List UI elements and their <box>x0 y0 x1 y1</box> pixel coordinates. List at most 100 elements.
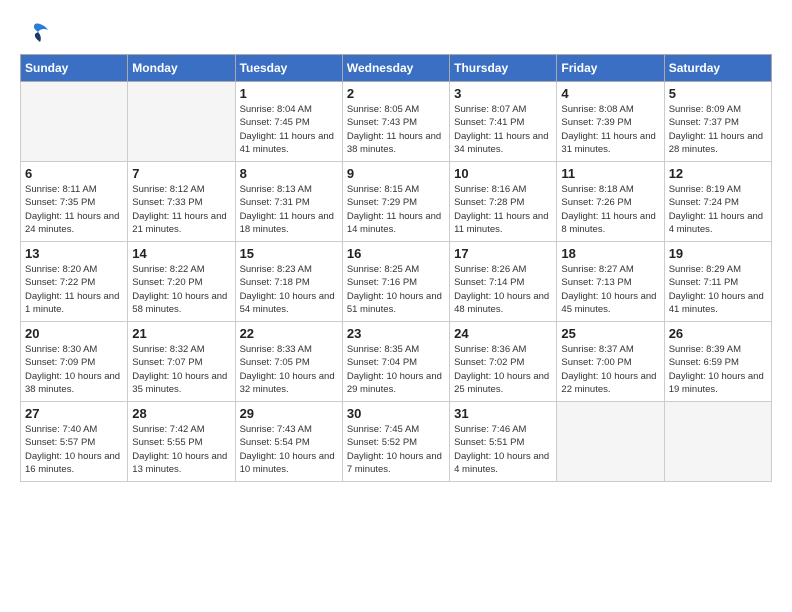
day-info: Sunrise: 8:04 AM Sunset: 7:45 PM Dayligh… <box>240 103 338 156</box>
logo <box>20 20 54 44</box>
day-info: Sunrise: 8:08 AM Sunset: 7:39 PM Dayligh… <box>561 103 659 156</box>
calendar-day-cell: 16 Sunrise: 8:25 AM Sunset: 7:16 PM Dayli… <box>342 242 449 322</box>
calendar-week-row: 6Sunrise: 8:11 AM Sunset: 7:35 PM Daylig… <box>21 162 772 242</box>
calendar-day-cell: 2 Sunrise: 8:05 AM Sunset: 7:43 PM Daylig… <box>342 82 449 162</box>
weekday-header-monday: Monday <box>128 55 235 82</box>
calendar-week-row: 27 Sunrise: 7:40 AM Sunset: 5:57 PM Dayli… <box>21 402 772 482</box>
day-info: Sunrise: 8:33 AM Sunset: 7:05 PM Dayligh… <box>240 343 338 396</box>
weekday-header-sunday: Sunday <box>21 55 128 82</box>
day-info: Sunrise: 8:11 AM Sunset: 7:35 PM Dayligh… <box>25 183 123 236</box>
calendar-week-row: 1 Sunrise: 8:04 AM Sunset: 7:45 PM Daylig… <box>21 82 772 162</box>
weekday-header-friday: Friday <box>557 55 664 82</box>
calendar-day-cell: 9 Sunrise: 8:15 AM Sunset: 7:29 PM Daylig… <box>342 162 449 242</box>
day-number: 10 <box>454 166 552 181</box>
day-number: 13 <box>25 246 123 261</box>
calendar-day-cell: 20 Sunrise: 8:30 AM Sunset: 7:09 PM Dayli… <box>21 322 128 402</box>
calendar-day-cell: 13 Sunrise: 8:20 AM Sunset: 7:22 PM Dayli… <box>21 242 128 322</box>
day-number: 31 <box>454 406 552 421</box>
day-info: Sunrise: 8:18 AM Sunset: 7:26 PM Dayligh… <box>561 183 659 236</box>
day-info: Sunrise: 8:12 AM Sunset: 7:33 PM Dayligh… <box>132 183 230 236</box>
day-info: Sunrise: 8:20 AM Sunset: 7:22 PM Dayligh… <box>25 263 123 316</box>
weekday-header-thursday: Thursday <box>450 55 557 82</box>
day-info: Sunrise: 8:15 AM Sunset: 7:29 PM Dayligh… <box>347 183 445 236</box>
day-info: Sunrise: 7:43 AM Sunset: 5:54 PM Dayligh… <box>240 423 338 476</box>
day-number: 3 <box>454 86 552 101</box>
day-number: 1 <box>240 86 338 101</box>
calendar-day-cell: 27 Sunrise: 7:40 AM Sunset: 5:57 PM Dayli… <box>21 402 128 482</box>
calendar-day-cell: 8Sunrise: 8:13 AM Sunset: 7:31 PM Daylig… <box>235 162 342 242</box>
day-info: Sunrise: 8:39 AM Sunset: 6:59 PM Dayligh… <box>669 343 767 396</box>
day-number: 25 <box>561 326 659 341</box>
calendar-day-cell: 25 Sunrise: 8:37 AM Sunset: 7:00 PM Dayli… <box>557 322 664 402</box>
day-number: 2 <box>347 86 445 101</box>
day-info: Sunrise: 8:29 AM Sunset: 7:11 PM Dayligh… <box>669 263 767 316</box>
day-info: Sunrise: 8:36 AM Sunset: 7:02 PM Dayligh… <box>454 343 552 396</box>
day-info: Sunrise: 8:32 AM Sunset: 7:07 PM Dayligh… <box>132 343 230 396</box>
day-info: Sunrise: 8:26 AM Sunset: 7:14 PM Dayligh… <box>454 263 552 316</box>
day-number: 16 <box>347 246 445 261</box>
page-header <box>20 20 772 44</box>
day-info: Sunrise: 7:45 AM Sunset: 5:52 PM Dayligh… <box>347 423 445 476</box>
day-info: Sunrise: 8:09 AM Sunset: 7:37 PM Dayligh… <box>669 103 767 156</box>
calendar-day-cell: 29 Sunrise: 7:43 AM Sunset: 5:54 PM Dayli… <box>235 402 342 482</box>
day-info: Sunrise: 8:16 AM Sunset: 7:28 PM Dayligh… <box>454 183 552 236</box>
day-info: Sunrise: 8:23 AM Sunset: 7:18 PM Dayligh… <box>240 263 338 316</box>
day-number: 14 <box>132 246 230 261</box>
calendar-day-cell: 12 Sunrise: 8:19 AM Sunset: 7:24 PM Dayli… <box>664 162 771 242</box>
day-number: 23 <box>347 326 445 341</box>
calendar-day-cell: 1 Sunrise: 8:04 AM Sunset: 7:45 PM Daylig… <box>235 82 342 162</box>
calendar-day-cell <box>128 82 235 162</box>
calendar-week-row: 20 Sunrise: 8:30 AM Sunset: 7:09 PM Dayli… <box>21 322 772 402</box>
day-number: 17 <box>454 246 552 261</box>
day-number: 7 <box>132 166 230 181</box>
day-number: 4 <box>561 86 659 101</box>
day-number: 30 <box>347 406 445 421</box>
day-number: 27 <box>25 406 123 421</box>
calendar-table: SundayMondayTuesdayWednesdayThursdayFrid… <box>20 54 772 482</box>
calendar-day-cell <box>664 402 771 482</box>
day-number: 18 <box>561 246 659 261</box>
day-info: Sunrise: 8:30 AM Sunset: 7:09 PM Dayligh… <box>25 343 123 396</box>
calendar-day-cell <box>557 402 664 482</box>
calendar-day-cell: 21Sunrise: 8:32 AM Sunset: 7:07 PM Dayli… <box>128 322 235 402</box>
day-number: 20 <box>25 326 123 341</box>
calendar-day-cell: 15 Sunrise: 8:23 AM Sunset: 7:18 PM Dayli… <box>235 242 342 322</box>
day-info: Sunrise: 7:46 AM Sunset: 5:51 PM Dayligh… <box>454 423 552 476</box>
calendar-day-cell: 10 Sunrise: 8:16 AM Sunset: 7:28 PM Dayli… <box>450 162 557 242</box>
day-number: 9 <box>347 166 445 181</box>
day-number: 15 <box>240 246 338 261</box>
calendar-day-cell: 4 Sunrise: 8:08 AM Sunset: 7:39 PM Daylig… <box>557 82 664 162</box>
calendar-day-cell <box>21 82 128 162</box>
day-info: Sunrise: 8:27 AM Sunset: 7:13 PM Dayligh… <box>561 263 659 316</box>
calendar-day-cell: 22 Sunrise: 8:33 AM Sunset: 7:05 PM Dayli… <box>235 322 342 402</box>
calendar-day-cell: 6Sunrise: 8:11 AM Sunset: 7:35 PM Daylig… <box>21 162 128 242</box>
calendar-day-cell: 23 Sunrise: 8:35 AM Sunset: 7:04 PM Dayli… <box>342 322 449 402</box>
day-info: Sunrise: 8:25 AM Sunset: 7:16 PM Dayligh… <box>347 263 445 316</box>
weekday-header-row: SundayMondayTuesdayWednesdayThursdayFrid… <box>21 55 772 82</box>
calendar-day-cell: 5 Sunrise: 8:09 AM Sunset: 7:37 PM Daylig… <box>664 82 771 162</box>
day-number: 29 <box>240 406 338 421</box>
day-number: 19 <box>669 246 767 261</box>
weekday-header-tuesday: Tuesday <box>235 55 342 82</box>
calendar-day-cell: 17 Sunrise: 8:26 AM Sunset: 7:14 PM Dayli… <box>450 242 557 322</box>
day-info: Sunrise: 8:19 AM Sunset: 7:24 PM Dayligh… <box>669 183 767 236</box>
weekday-header-wednesday: Wednesday <box>342 55 449 82</box>
day-info: Sunrise: 8:35 AM Sunset: 7:04 PM Dayligh… <box>347 343 445 396</box>
day-info: Sunrise: 7:40 AM Sunset: 5:57 PM Dayligh… <box>25 423 123 476</box>
day-info: Sunrise: 8:13 AM Sunset: 7:31 PM Dayligh… <box>240 183 338 236</box>
day-info: Sunrise: 8:22 AM Sunset: 7:20 PM Dayligh… <box>132 263 230 316</box>
day-number: 22 <box>240 326 338 341</box>
calendar-day-cell: 11Sunrise: 8:18 AM Sunset: 7:26 PM Dayli… <box>557 162 664 242</box>
day-number: 5 <box>669 86 767 101</box>
day-info: Sunrise: 8:05 AM Sunset: 7:43 PM Dayligh… <box>347 103 445 156</box>
calendar-day-cell: 18 Sunrise: 8:27 AM Sunset: 7:13 PM Dayli… <box>557 242 664 322</box>
day-info: Sunrise: 8:37 AM Sunset: 7:00 PM Dayligh… <box>561 343 659 396</box>
calendar-week-row: 13 Sunrise: 8:20 AM Sunset: 7:22 PM Dayli… <box>21 242 772 322</box>
day-info: Sunrise: 8:07 AM Sunset: 7:41 PM Dayligh… <box>454 103 552 156</box>
weekday-header-saturday: Saturday <box>664 55 771 82</box>
calendar-day-cell: 7 Sunrise: 8:12 AM Sunset: 7:33 PM Daylig… <box>128 162 235 242</box>
calendar-day-cell: 28Sunrise: 7:42 AM Sunset: 5:55 PM Dayli… <box>128 402 235 482</box>
day-number: 28 <box>132 406 230 421</box>
day-number: 12 <box>669 166 767 181</box>
day-number: 24 <box>454 326 552 341</box>
